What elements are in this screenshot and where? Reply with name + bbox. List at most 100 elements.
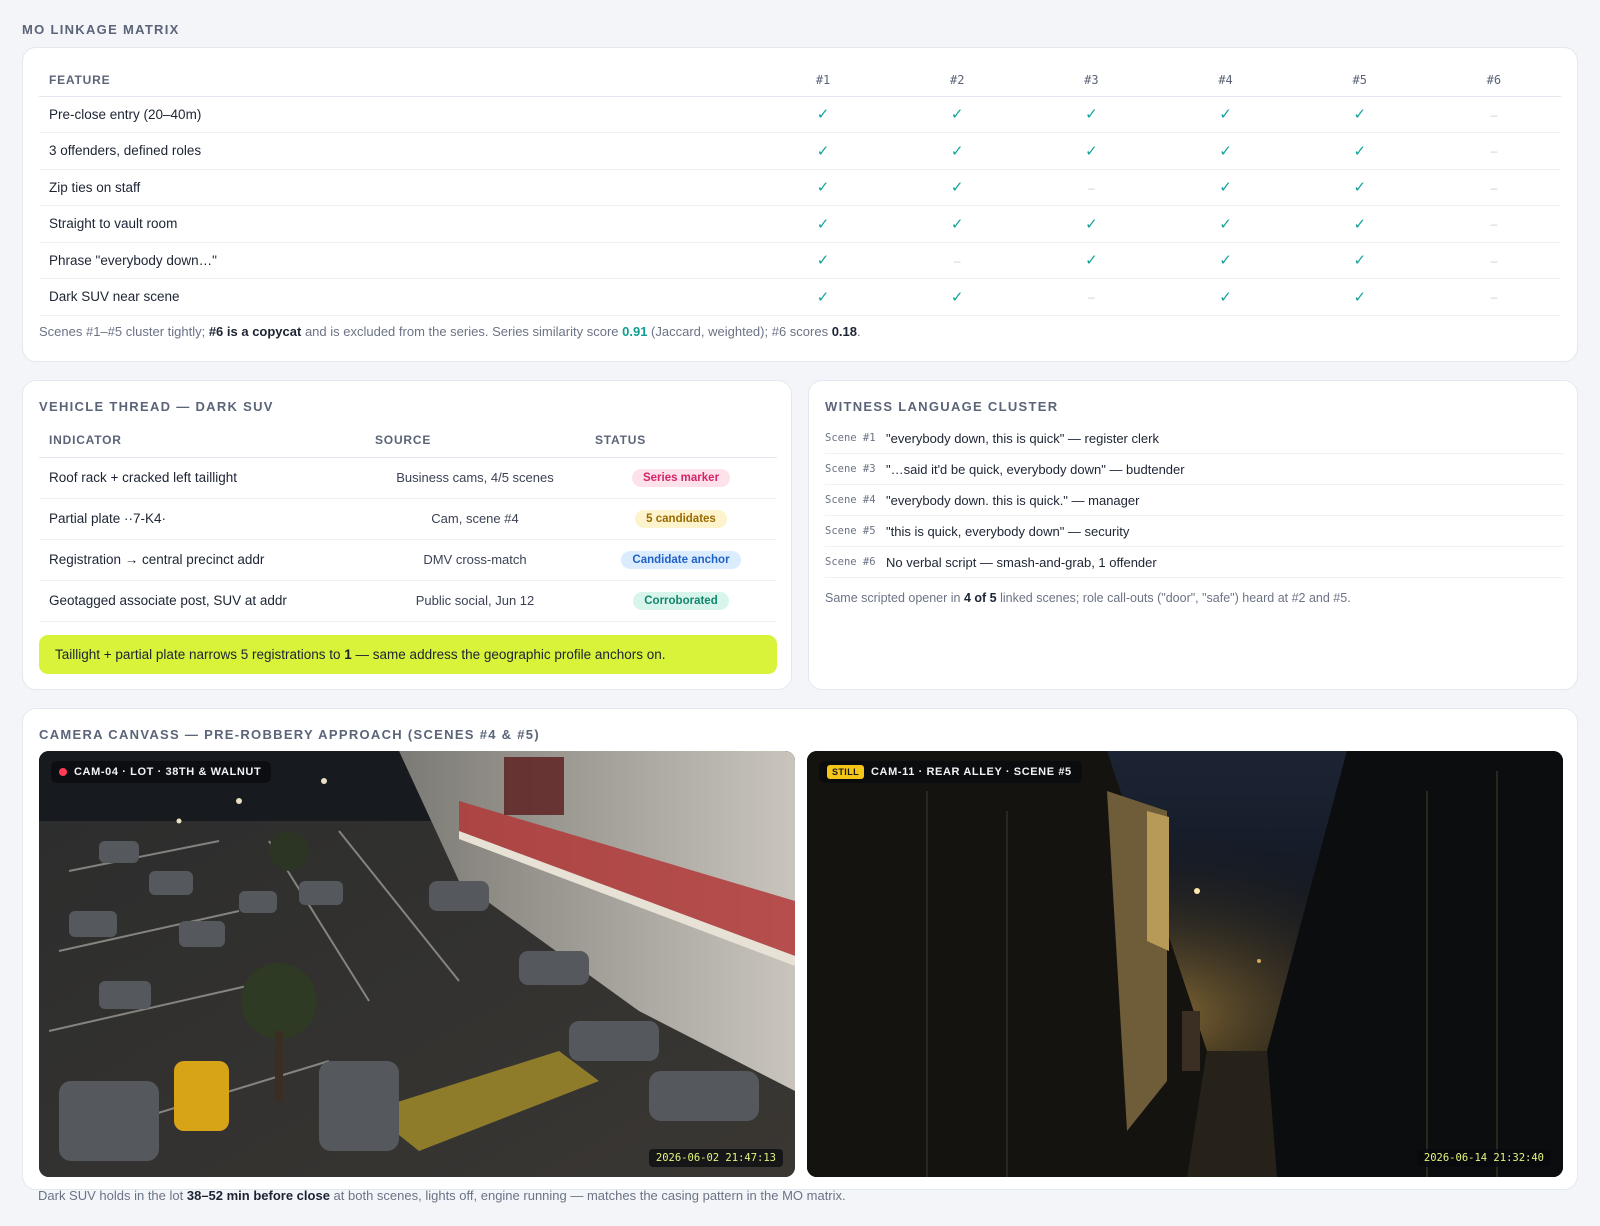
status-cell: Candidate anchor [585,539,777,581]
column-header-scene-1: #1 [755,64,891,97]
status-cell: Corroborated [585,580,777,622]
dash-icon: – [1490,144,1498,159]
scene-tag: Scene #4 [825,494,876,506]
mo-matrix-row: Dark SUV near scene ✓ ✓ – ✓ ✓ – [39,278,1561,316]
mo-matrix-body: Pre-close entry (20–40m) ✓ ✓ ✓ ✓ ✓ –3 offender… [39,96,1561,316]
scene-2-mark: ✓ [890,132,1025,170]
check-icon: ✓ [1353,288,1367,306]
mo-matrix-row: Pre-close entry (20–40m) ✓ ✓ ✓ ✓ ✓ – [39,96,1561,133]
scene-1-mark: ✓ [755,205,891,243]
feature-label: 3 offenders, defined roles [39,132,756,170]
mo-matrix-row: Phrase "everybody down…" ✓ – ✓ ✓ ✓ – [39,242,1561,279]
scene-6-mark: – [1426,96,1561,133]
status-badge: Candidate anchor [621,550,741,569]
camera-canvass-title: CAMERA CANVASS — PRE-ROBBERY APPROACH (S… [39,727,540,742]
parking-lot-night-image [39,751,795,1177]
check-icon: ✓ [1353,106,1367,124]
column-header-status: STATUS [585,423,777,458]
check-icon: ✓ [816,142,830,160]
status-cell: 5 candidates [585,498,777,540]
scene-2-mark: ✓ [890,278,1025,316]
camera-label-cam-11: STILL CAM-11 · REAR ALLEY · SCENE #5 [819,761,1082,783]
witness-quote: "everybody down, this is quick" — regist… [886,430,1159,446]
column-header-feature: FEATURE [39,64,756,97]
witness-quote-item: Scene #4 "everybody down. this is quick."… [825,485,1563,516]
check-icon: ✓ [816,288,830,306]
vehicle-row: Registration → central precinct addr DMV … [39,539,777,581]
scene-3-mark: ✓ [1024,205,1159,243]
witness-summary: Same scripted opener in 4 of 5 linked sc… [825,591,1351,605]
column-header-scene-5: #5 [1292,64,1427,97]
scene-5-mark: ✓ [1292,132,1427,170]
check-icon: ✓ [1085,215,1098,233]
column-header-indicator: INDICATOR [39,423,365,458]
camera-label-text: CAM-04 · LOT · 38TH & WALNUT [74,766,262,778]
status-cell: Series marker [585,457,777,499]
status-badge: Series marker [631,468,731,487]
scene-1-mark: ✓ [755,132,891,170]
recording-dot-icon [59,768,67,776]
feature-label: Pre-close entry (20–40m) [39,96,756,133]
vehicle-row: Partial plate ··7-K4· Cam, scene #4 5 cand… [39,498,777,540]
witness-quote-item: Scene #1 "everybody down, this is quick" … [825,423,1563,454]
scene-3-mark: ✓ [1024,132,1159,170]
scene-5-mark: ✓ [1292,205,1427,243]
status-badge: 5 candidates [635,509,727,528]
witness-quote: "this is quick, everybody down" — securi… [886,523,1130,539]
check-icon: ✓ [1219,142,1232,160]
camera-feed-cam-11[interactable]: STILL CAM-11 · REAR ALLEY · SCENE #5 202… [807,751,1563,1177]
column-header-source: SOURCE [365,423,585,458]
dash-icon: – [1490,217,1498,232]
check-icon: ✓ [950,288,964,306]
check-icon: ✓ [1353,215,1367,233]
indicator-cell: Geotagged associate post, SUV at addr [39,580,365,622]
check-icon: ✓ [816,252,830,270]
vehicle-thread-title: VEHICLE THREAD — DARK SUV [39,399,274,414]
dash-icon: – [1088,290,1095,305]
mo-matrix-table: FEATURE #1 #2 #3 #4 #5 #6 Pre-close entr… [39,64,1561,316]
check-icon: ✓ [1219,215,1232,233]
vehicle-row: Roof rack + cracked left taillight Busine… [39,457,777,499]
scene-6-mark: – [1426,242,1561,279]
check-icon: ✓ [816,179,830,197]
scene-4-mark: ✓ [1158,169,1293,206]
witness-quote-item: Scene #6 No verbal script — smash-and-gra… [825,547,1563,578]
camera-canvass-summary: Dark SUV holds in the lot 38–52 min befo… [38,1188,846,1203]
scene-6-mark: – [1426,278,1561,316]
check-icon: ✓ [1353,179,1367,197]
check-icon: ✓ [816,215,830,233]
column-header-scene-4: #4 [1158,64,1293,97]
vehicle-row: Geotagged associate post, SUV at addr Pub… [39,580,777,622]
still-tag: STILL [827,765,864,779]
vehicle-thread-card: VEHICLE THREAD — DARK SUV INDICATOR SOUR… [22,380,792,690]
source-cell: Cam, scene #4 [365,498,585,540]
indicator-cell: Registration → central precinct addr [39,539,365,581]
scene-6-mark: – [1426,169,1561,206]
scene-5-mark: ✓ [1292,169,1427,206]
scene-2-mark: ✓ [890,205,1025,243]
dash-icon: – [953,253,961,268]
scene-5-mark: ✓ [1292,278,1427,316]
scene-1-mark: ✓ [755,278,891,316]
mo-matrix-row: 3 offenders, defined roles ✓ ✓ ✓ ✓ ✓ – [39,132,1561,170]
scene-4-mark: ✓ [1158,242,1293,279]
camera-feed-cam-04[interactable]: CAM-04 · LOT · 38TH & WALNUT 2026-06-02 … [39,751,795,1177]
mo-matrix-row: Zip ties on staff ✓ ✓ – ✓ ✓ – [39,169,1561,206]
mo-matrix-summary: Scenes #1–#5 cluster tightly; #6 is a co… [39,324,861,339]
scene-1-mark: ✓ [755,242,891,279]
mo-matrix-header-row: FEATURE #1 #2 #3 #4 #5 #6 [39,64,1561,97]
scene-2-mark: ✓ [890,169,1025,206]
feature-label: Zip ties on staff [39,169,756,206]
check-icon: ✓ [1353,252,1367,270]
witness-quote: "everybody down. this is quick." — manag… [886,492,1140,508]
scene-3-mark: – [1024,278,1159,316]
check-icon: ✓ [1085,252,1098,270]
indicator-cell: Partial plate ··7-K4· [39,498,365,540]
witness-quote-item: Scene #3 "…said it'd be quick, everybody … [825,454,1563,485]
dash-icon: – [1490,253,1498,268]
mo-matrix-card: FEATURE #1 #2 #3 #4 #5 #6 Pre-close entr… [22,47,1578,362]
check-icon: ✓ [816,106,830,124]
witness-language-title: WITNESS LANGUAGE CLUSTER [825,399,1059,414]
feature-label: Dark SUV near scene [39,278,756,316]
mo-matrix-title: MO LINKAGE MATRIX [22,22,180,37]
